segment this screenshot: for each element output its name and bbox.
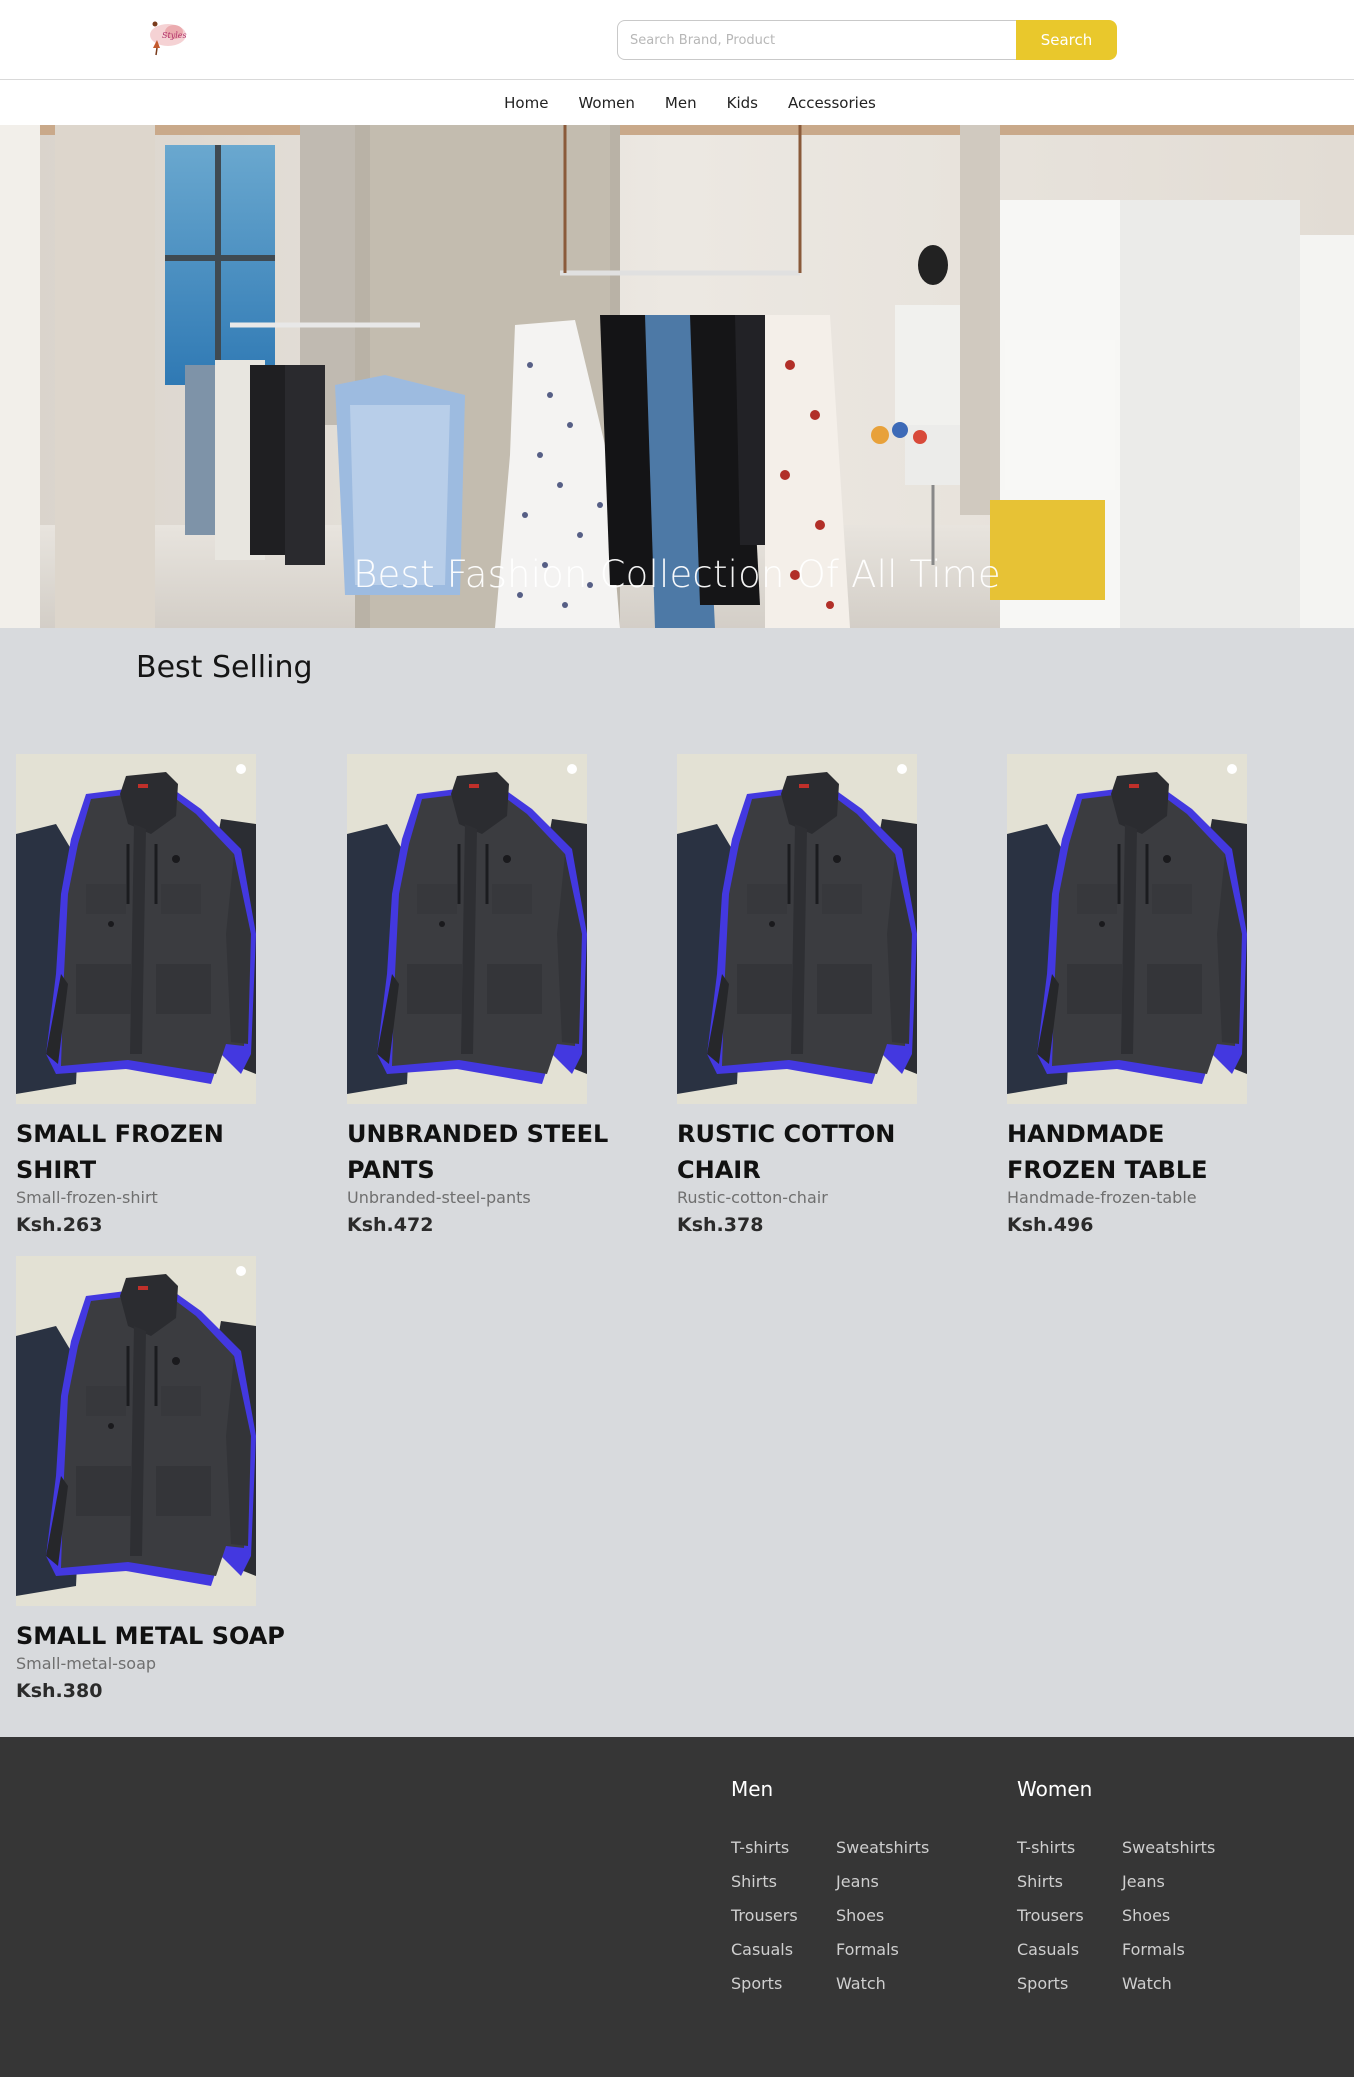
hero-title: Best Fashion Collection Of All Time xyxy=(353,553,1001,596)
product-image[interactable] xyxy=(16,1256,256,1606)
footer-women-link[interactable]: Shoes xyxy=(1122,1906,1170,1925)
nav-kids[interactable]: Kids xyxy=(727,94,758,112)
product-slug: Unbranded-steel-pants xyxy=(347,1188,531,1207)
product-image[interactable] xyxy=(677,754,917,1104)
footer: Men T-shirts Sweatshirts Shirts Jeans Tr… xyxy=(0,1737,1354,2077)
footer-men-link[interactable]: Shoes xyxy=(836,1906,884,1925)
search-bar: Search xyxy=(617,20,1117,60)
product-name[interactable]: Unbranded Steel Pants xyxy=(347,1116,617,1188)
footer-women-link[interactable]: Trousers xyxy=(1017,1906,1084,1925)
jacket-image xyxy=(16,1274,256,1596)
product-price: Ksh.378 xyxy=(677,1214,764,1236)
product-card[interactable]: Unbranded Steel Pants Unbranded-steel-pa… xyxy=(347,754,647,1236)
top-bar: Styles Search xyxy=(0,0,1354,80)
product-image[interactable] xyxy=(347,754,587,1104)
footer-men-link[interactable]: T-shirts xyxy=(731,1838,789,1857)
footer-women-link[interactable]: Sports xyxy=(1017,1974,1068,1993)
svg-text:Styles: Styles xyxy=(162,31,187,40)
best-selling-section: Best Selling Small Frozen Shirt Small-fr… xyxy=(0,628,1354,1737)
nav-accessories[interactable]: Accessories xyxy=(788,94,876,112)
footer-men-link[interactable]: Shirts xyxy=(731,1872,777,1891)
footer-women-link[interactable]: T-shirts xyxy=(1017,1838,1075,1857)
product-name[interactable]: Small Frozen Shirt xyxy=(16,1116,286,1188)
product-name[interactable]: Handmade Frozen Table xyxy=(1007,1116,1277,1188)
footer-men-title: Men xyxy=(731,1777,774,1801)
product-image[interactable] xyxy=(16,754,256,1104)
product-image[interactable] xyxy=(1007,754,1247,1104)
jacket-image xyxy=(347,772,587,1094)
jacket-image xyxy=(1007,772,1247,1094)
footer-men-link[interactable]: Jeans xyxy=(836,1872,879,1891)
wishlist-dot-icon[interactable] xyxy=(236,1266,246,1276)
footer-women-link[interactable]: Casuals xyxy=(1017,1940,1079,1959)
main-nav: Home Women Men Kids Accessories xyxy=(0,81,1354,125)
nav-women[interactable]: Women xyxy=(578,94,634,112)
footer-men-link[interactable]: Formals xyxy=(836,1940,899,1959)
wishlist-dot-icon[interactable] xyxy=(1227,764,1237,774)
footer-women-link[interactable]: Sweatshirts xyxy=(1122,1838,1215,1857)
product-card[interactable]: Rustic Cotton Chair Rustic-cotton-chair … xyxy=(677,754,977,1236)
product-price: Ksh.472 xyxy=(347,1214,434,1236)
footer-women-title: Women xyxy=(1017,1777,1093,1801)
search-input[interactable] xyxy=(617,20,1017,60)
product-slug: Small-metal-soap xyxy=(16,1654,157,1673)
footer-men-link[interactable]: Watch xyxy=(836,1974,886,1993)
footer-men-link[interactable]: Sports xyxy=(731,1974,782,1993)
product-slug: Small-frozen-shirt xyxy=(16,1188,158,1207)
product-card[interactable]: Small Frozen Shirt Small-frozen-shirt Ks… xyxy=(16,754,316,1236)
product-card[interactable]: Handmade Frozen Table Handmade-frozen-ta… xyxy=(1007,754,1307,1236)
footer-women-link[interactable]: Jeans xyxy=(1122,1872,1165,1891)
product-price: Ksh.496 xyxy=(1007,1214,1094,1236)
product-name[interactable]: Small Metal Soap xyxy=(16,1618,286,1654)
wishlist-dot-icon[interactable] xyxy=(236,764,246,774)
product-slug: Rustic-cotton-chair xyxy=(677,1188,828,1207)
product-card[interactable]: Small Metal Soap Small-metal-soap Ksh.38… xyxy=(16,1256,316,1702)
boutique-logo-icon[interactable]: Styles xyxy=(144,18,190,58)
section-title: Best Selling xyxy=(136,650,313,685)
product-slug: Handmade-frozen-table xyxy=(1007,1188,1197,1207)
jacket-image xyxy=(16,772,256,1094)
product-name[interactable]: Rustic Cotton Chair xyxy=(677,1116,947,1188)
product-price: Ksh.380 xyxy=(16,1680,103,1702)
search-button[interactable]: Search xyxy=(1016,20,1117,60)
footer-men-link[interactable]: Sweatshirts xyxy=(836,1838,929,1857)
wishlist-dot-icon[interactable] xyxy=(567,764,577,774)
nav-home[interactable]: Home xyxy=(504,94,548,112)
hero-banner: Best Fashion Collection Of All Time xyxy=(0,125,1354,628)
nav-men[interactable]: Men xyxy=(665,94,697,112)
jacket-image xyxy=(677,772,917,1094)
footer-women-link[interactable]: Formals xyxy=(1122,1940,1185,1959)
wishlist-dot-icon[interactable] xyxy=(897,764,907,774)
footer-men-link[interactable]: Trousers xyxy=(731,1906,798,1925)
footer-men-link[interactable]: Casuals xyxy=(731,1940,793,1959)
product-price: Ksh.263 xyxy=(16,1214,103,1236)
footer-women-link[interactable]: Watch xyxy=(1122,1974,1172,1993)
footer-women-link[interactable]: Shirts xyxy=(1017,1872,1063,1891)
